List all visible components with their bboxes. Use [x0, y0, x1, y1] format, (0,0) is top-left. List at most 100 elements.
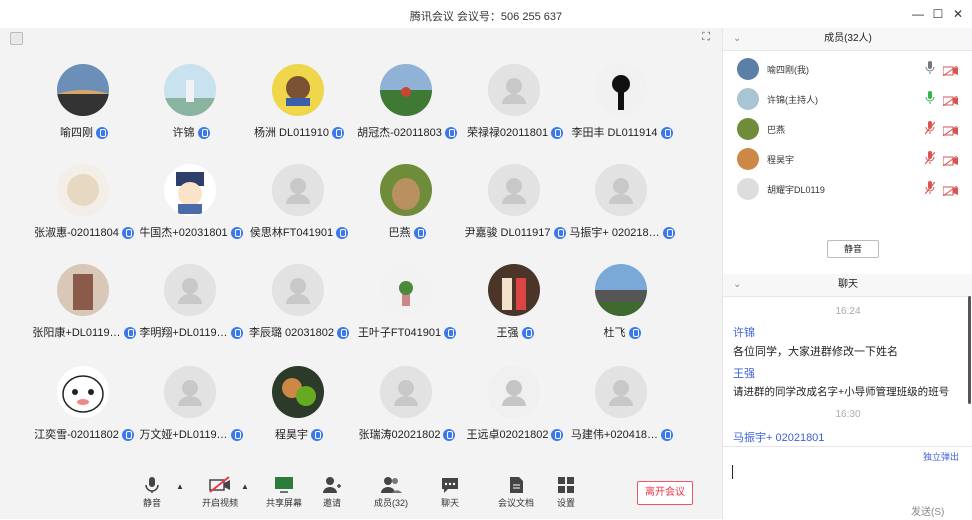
invite-button[interactable]: 邀请: [322, 476, 342, 509]
participant-tile[interactable]: 巴燕: [353, 160, 461, 260]
microphone-icon: [197, 127, 210, 140]
participant-tile[interactable]: 杨洲 DL011910: [245, 60, 353, 160]
member-row[interactable]: 程昊宇: [723, 144, 972, 174]
microphone-icon: [628, 327, 641, 340]
participant-tile[interactable]: 许锦: [137, 60, 245, 160]
invite-label: 邀请: [322, 498, 341, 508]
share-screen-button[interactable]: 共享屏幕: [266, 476, 302, 509]
camera-off-icon[interactable]: [942, 63, 959, 77]
microphone-icon: [551, 127, 564, 140]
video-button[interactable]: 开启视频: [202, 476, 238, 509]
member-name: 胡耀宇DL0119: [767, 185, 825, 195]
participant-tile[interactable]: 张阳康+DL0119…: [30, 260, 138, 360]
microphone-muted-icon[interactable]: [924, 121, 936, 135]
avatar: [737, 118, 759, 140]
mute-options-icon[interactable]: ▲: [176, 482, 184, 491]
microphone-icon: [230, 227, 243, 240]
document-icon: [510, 477, 523, 493]
fullscreen-icon[interactable]: ⛶: [702, 31, 710, 44]
participant-tile[interactable]: 马建伟+020418…: [568, 362, 676, 462]
participant-tile[interactable]: 程昊宇: [245, 362, 353, 462]
leave-meeting-button[interactable]: 离开会议: [637, 481, 693, 505]
participant-name: 万文娅+DL0119…: [137, 426, 245, 442]
avatar: [737, 88, 759, 110]
member-name: 程昊宇: [767, 155, 795, 165]
avatar: [380, 64, 432, 116]
members-button[interactable]: 成员(32): [374, 476, 408, 509]
participant-tile[interactable]: 李田丰 DL011914: [568, 60, 676, 160]
docs-button[interactable]: 会议文档: [498, 476, 534, 509]
avatar: [164, 64, 216, 116]
participant-name-text: 荣禄禄02011801: [466, 127, 549, 139]
avatar: [380, 164, 432, 216]
microphone-icon: [145, 477, 159, 493]
participant-name: 李辰璐 02031802: [245, 324, 353, 340]
participant-tile[interactable]: 杜飞: [568, 260, 676, 360]
participant-tile[interactable]: 喻四刚: [30, 60, 138, 160]
participant-name: 喻四刚: [30, 124, 138, 140]
camera-off-icon[interactable]: [942, 123, 959, 137]
chat-header[interactable]: ⌄ 聊天: [723, 274, 972, 297]
participant-tile[interactable]: 侯思林FT041901: [245, 160, 353, 260]
mute-all-button[interactable]: 静音: [827, 240, 879, 258]
microphone-icon[interactable]: [925, 91, 935, 105]
participant-tile[interactable]: 王远卓02021802: [461, 362, 569, 462]
participant-tile[interactable]: 万文娅+DL0119…: [137, 362, 245, 462]
video-options-icon[interactable]: ▲: [241, 482, 249, 491]
chat-sender: 马振宇+ 02021801: [733, 432, 825, 444]
participant-name: 许锦: [137, 124, 245, 140]
participant-name-text: 尹嘉骏 DL011917: [464, 227, 551, 239]
microphone-icon: [521, 327, 534, 340]
participant-name-text: 李田丰 DL011914: [571, 127, 658, 139]
participant-tile[interactable]: 胡冠杰-02011803: [353, 60, 461, 160]
participant-tile[interactable]: 张淑惠-02011804: [30, 160, 138, 260]
participant-tile[interactable]: 尹嘉骏 DL011917: [461, 160, 569, 260]
participant-tile[interactable]: 江奕雪-02011802: [30, 362, 138, 462]
member-row[interactable]: 喻四刚(我): [723, 54, 972, 84]
participant-name-text: 喻四刚: [60, 127, 93, 139]
member-row[interactable]: 巴燕: [723, 114, 972, 144]
chat-input[interactable]: 发送(S): [723, 446, 972, 520]
avatar: [57, 366, 109, 418]
microphone-muted-icon[interactable]: [924, 151, 936, 165]
share-label: 共享屏幕: [266, 498, 303, 508]
members-header[interactable]: ⌄ 成员(32人): [723, 28, 972, 51]
sidebar: ⌄ 成员(32人) 喻四刚(我) 许锦(主持人) 巴燕程昊宇胡耀宇DL0119 静音…: [722, 28, 972, 519]
participant-tile[interactable]: 马振宇+ 020218…: [568, 160, 676, 260]
shield-icon[interactable]: [10, 32, 23, 45]
chat-message: 各位同学，大家进群修改一下姓名: [733, 346, 898, 358]
member-row[interactable]: 许锦(主持人): [723, 84, 972, 114]
chat-button[interactable]: 聊天: [441, 476, 459, 509]
avatar: [272, 64, 324, 116]
participant-tile[interactable]: 荣禄禄02011801: [461, 60, 569, 160]
microphone-icon[interactable]: [925, 61, 935, 75]
minimize-icon[interactable]: —: [910, 6, 926, 22]
participant-tile[interactable]: 李明翔+DL0119…: [137, 260, 245, 360]
mute-button[interactable]: 静音: [143, 476, 161, 509]
participant-tile[interactable]: 牛国杰+02031801: [137, 160, 245, 260]
member-row[interactable]: 胡耀宇DL0119: [723, 174, 972, 204]
microphone-icon: [662, 227, 675, 240]
send-button[interactable]: 发送(S): [911, 503, 944, 518]
avatar: [380, 264, 432, 316]
participant-tile[interactable]: 张瑞涛02021802: [353, 362, 461, 462]
camera-off-icon[interactable]: [942, 93, 959, 107]
participant-name: 张瑞涛02021802: [353, 426, 461, 442]
close-icon[interactable]: ✕: [950, 6, 966, 22]
members-label: 成员(32): [374, 498, 409, 508]
settings-button[interactable]: 设置: [557, 476, 575, 509]
participant-tile[interactable]: 王叶子FT041901: [353, 260, 461, 360]
title-bar: 腾讯会议 会议号：506 255 637 — ☐ ✕: [0, 0, 972, 29]
microphone-muted-icon[interactable]: [924, 181, 936, 195]
member-name: 许锦(主持人): [767, 95, 818, 105]
camera-off-icon[interactable]: [942, 153, 959, 167]
camera-off-icon[interactable]: [942, 183, 959, 197]
participant-name: 李田丰 DL011914: [568, 124, 676, 140]
participant-name-text: 胡冠杰-02011803: [357, 127, 442, 139]
chat-time: 16:24: [835, 306, 861, 317]
participant-tile[interactable]: 李辰璐 02031802: [245, 260, 353, 360]
maximize-icon[interactable]: ☐: [930, 6, 946, 22]
microphone-icon: [337, 327, 349, 340]
members-title: 成员(32人): [824, 33, 872, 44]
participant-tile[interactable]: 王强: [461, 260, 569, 360]
